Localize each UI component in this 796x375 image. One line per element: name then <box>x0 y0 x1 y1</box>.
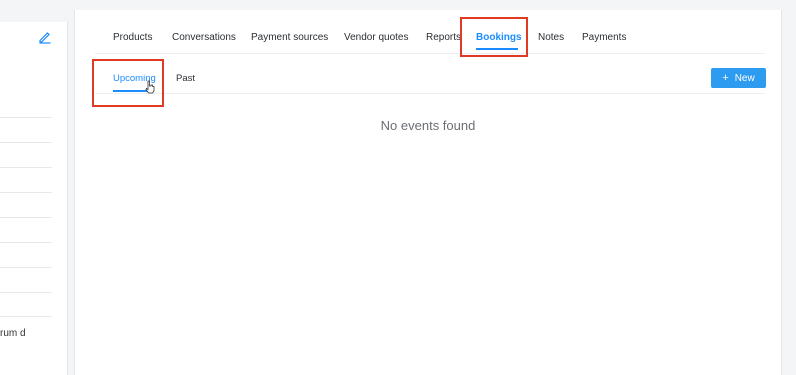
divider <box>95 53 765 54</box>
plus-icon: + <box>722 72 729 84</box>
main-panel: Products Conversations Payment sources V… <box>74 10 782 375</box>
tab-reports[interactable]: Reports <box>426 32 461 43</box>
tab-bar: Products Conversations Payment sources V… <box>75 10 781 53</box>
list-item <box>0 142 52 167</box>
left-list <box>0 117 52 317</box>
tab-vendor-quotes[interactable]: Vendor quotes <box>344 32 409 43</box>
left-panel: rum d <box>0 22 68 375</box>
list-item <box>0 292 52 317</box>
truncated-text: rum d <box>0 328 26 339</box>
list-item <box>0 167 52 192</box>
new-button-label: New <box>734 72 755 84</box>
hand-cursor-icon <box>145 80 155 94</box>
empty-state-message: No events found <box>380 118 476 133</box>
bookings-highlight-box <box>460 17 528 57</box>
tab-notes[interactable]: Notes <box>538 32 564 43</box>
list-item <box>0 267 52 292</box>
new-button[interactable]: + New <box>711 68 766 88</box>
subtab-past[interactable]: Past <box>176 73 195 84</box>
list-item <box>0 242 52 267</box>
list-item <box>0 117 52 142</box>
tab-payments[interactable]: Payments <box>582 32 626 43</box>
pencil-icon[interactable] <box>38 30 52 44</box>
tab-products[interactable]: Products <box>113 32 152 43</box>
tab-conversations[interactable]: Conversations <box>172 32 236 43</box>
tab-payment-sources[interactable]: Payment sources <box>251 32 328 43</box>
app-stage: rum d Products Conversations Payment sou… <box>0 0 796 375</box>
list-item <box>0 217 52 242</box>
list-item <box>0 192 52 217</box>
divider <box>95 93 765 94</box>
